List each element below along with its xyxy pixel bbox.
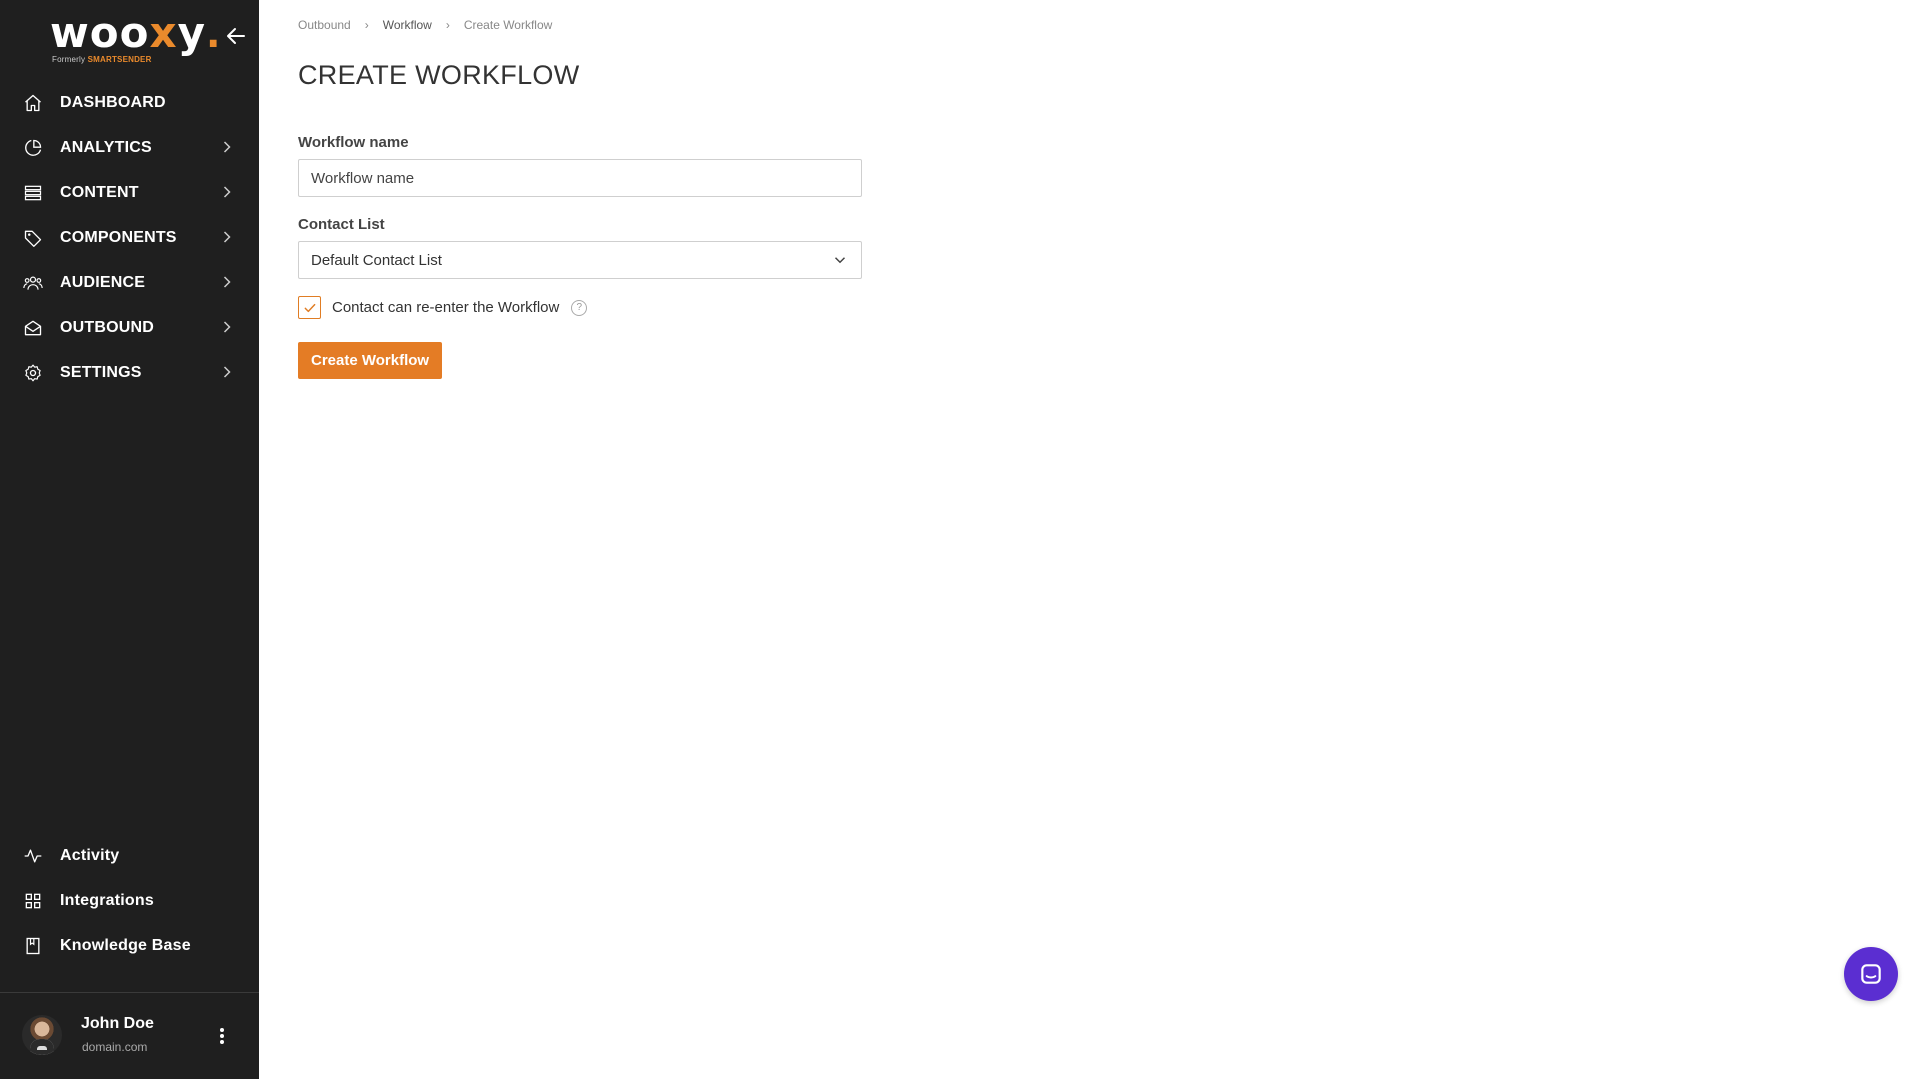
chevron-right-icon xyxy=(217,137,237,157)
reenter-option: Contact can re-enter the Workflow ? xyxy=(298,296,588,319)
sidebar: woo x y. Formerly SMARTSENDER DASHBOARD AN… xyxy=(0,0,259,1079)
logo[interactable]: woo x y. Formerly SMARTSENDER xyxy=(50,8,220,65)
breadcrumb: Outbound › Workflow › Create Workflow xyxy=(298,18,552,32)
nav-item-integrations[interactable]: Integrations xyxy=(0,878,259,923)
breadcrumb-current: Create Workflow xyxy=(463,18,553,32)
chevron-right-icon xyxy=(217,227,237,247)
book-icon xyxy=(22,935,44,957)
mail-open-icon xyxy=(22,317,44,339)
page-title: CREATE WORKFLOW xyxy=(298,60,580,90)
home-icon xyxy=(22,92,44,114)
logo-text-end: y xyxy=(177,8,206,57)
collapse-sidebar-button[interactable] xyxy=(224,24,248,48)
arrow-left-icon xyxy=(227,28,245,44)
help-icon[interactable]: ? xyxy=(571,299,588,316)
nav-item-knowledge-base[interactable]: Knowledge Base xyxy=(0,923,259,968)
main-nav: DASHBOARD ANALYTICS CONTENT COMPONENTS A… xyxy=(0,80,259,395)
chevron-right-icon: › xyxy=(364,18,369,32)
users-icon xyxy=(22,272,44,294)
chevron-right-icon xyxy=(217,182,237,202)
contact-list-label: Contact List xyxy=(298,216,385,233)
logo-text-x: x xyxy=(149,8,178,57)
chevron-down-icon xyxy=(834,257,846,264)
activity-icon xyxy=(22,845,44,867)
breadcrumb-workflow[interactable]: Workflow xyxy=(383,18,432,32)
create-workflow-button[interactable]: Create Workflow xyxy=(298,342,443,379)
nav-item-outbound[interactable]: OUTBOUND xyxy=(0,305,259,350)
logo-sub-brand: SMARTSENDER xyxy=(87,55,152,64)
chevron-right-icon xyxy=(217,272,237,292)
pie-chart-icon xyxy=(22,137,44,159)
nav-label: ANALYTICS xyxy=(60,138,152,156)
breadcrumb-outbound[interactable]: Outbound xyxy=(298,18,351,32)
chat-launcher-button[interactable] xyxy=(1844,947,1898,1001)
nav-item-activity[interactable]: Activity xyxy=(0,833,259,878)
nav-label: Integrations xyxy=(60,891,154,909)
checkmark-icon xyxy=(304,303,315,312)
contact-list-select[interactable]: Default Contact List xyxy=(298,241,862,279)
nav-item-dashboard[interactable]: DASHBOARD xyxy=(0,80,259,125)
nav-label: Knowledge Base xyxy=(60,936,191,954)
nav-item-settings[interactable]: SETTINGS xyxy=(0,350,259,395)
reenter-checkbox[interactable] xyxy=(298,296,321,319)
contact-list-value: Default Contact List xyxy=(311,251,442,269)
chat-icon xyxy=(1861,964,1881,984)
tag-icon xyxy=(22,227,44,249)
list-icon xyxy=(22,182,44,204)
workflow-name-label: Workflow name xyxy=(298,134,409,151)
logo-sub-prefix: Formerly xyxy=(52,55,86,64)
nav-label: AUDIENCE xyxy=(60,273,146,291)
user-domain: domain.com xyxy=(82,1040,148,1054)
nav-label: DASHBOARD xyxy=(60,93,166,111)
nav-label: SETTINGS xyxy=(60,363,142,381)
secondary-nav: Activity Integrations Knowledge Base xyxy=(0,833,259,968)
logo-text-main: woo xyxy=(50,8,150,57)
nav-item-analytics[interactable]: ANALYTICS xyxy=(0,125,259,170)
chevron-right-icon: › xyxy=(445,18,450,32)
user-name: John Doe xyxy=(81,1015,154,1032)
logo-text-dot: . xyxy=(206,12,222,56)
nav-item-content[interactable]: CONTENT xyxy=(0,170,259,215)
nav-label: CONTENT xyxy=(60,183,139,201)
workflow-name-input[interactable] xyxy=(298,159,862,197)
more-vertical-icon[interactable] xyxy=(212,1025,232,1047)
nav-label: Activity xyxy=(60,846,120,864)
avatar[interactable] xyxy=(22,1015,62,1055)
chevron-right-icon xyxy=(217,362,237,382)
user-profile: John Doe domain.com xyxy=(0,993,259,1079)
nav-item-components[interactable]: COMPONENTS xyxy=(0,215,259,260)
nav-label: COMPONENTS xyxy=(60,228,177,246)
main-content: Outbound › Workflow › Create Workflow CR… xyxy=(259,0,1920,1079)
reenter-label: Contact can re-enter the Workflow xyxy=(332,299,560,316)
nav-label: OUTBOUND xyxy=(60,318,155,336)
grid-icon xyxy=(22,890,44,912)
chevron-right-icon xyxy=(217,317,237,337)
logo-wordmark: woo x y. xyxy=(50,8,220,57)
nav-item-audience[interactable]: AUDIENCE xyxy=(0,260,259,305)
gear-icon xyxy=(22,362,44,384)
